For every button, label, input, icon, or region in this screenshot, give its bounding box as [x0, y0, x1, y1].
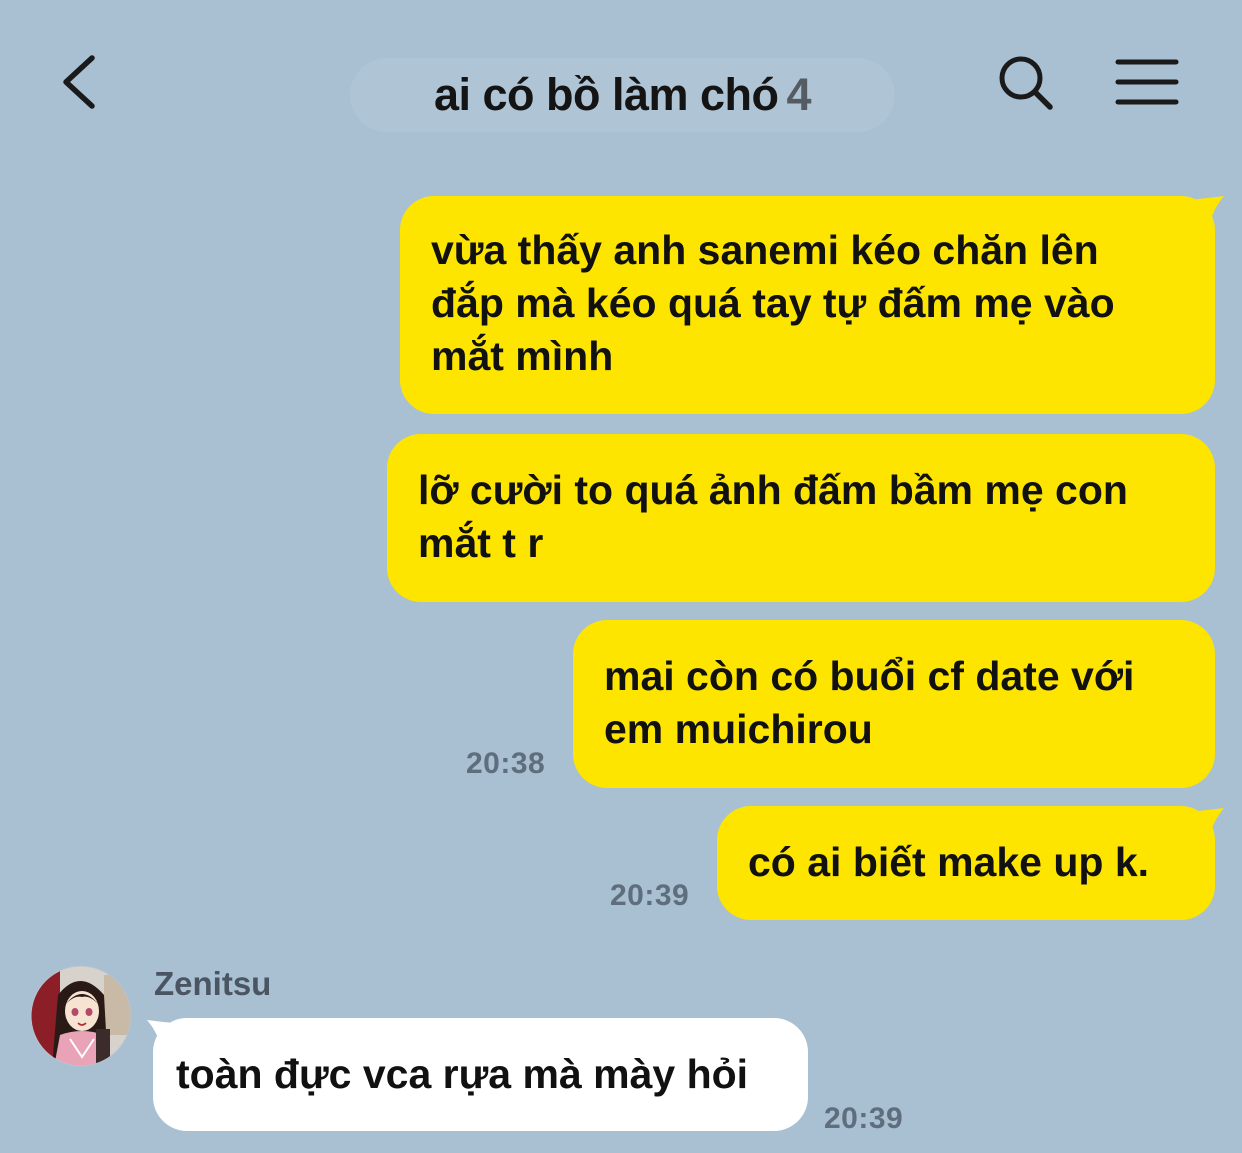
chat-name: ai có bồ làm chó [433, 69, 779, 120]
message-time: 20:39 [610, 879, 690, 912]
back-button[interactable] [56, 50, 106, 114]
message-text: mắt t r [418, 520, 544, 566]
message-bubble-outgoing[interactable]: mai còn có buổi cf date với em muichirou [573, 620, 1215, 788]
avatar[interactable] [30, 965, 132, 1067]
message-bubble-outgoing[interactable]: vừa thấy anh sanemi kéo chăn lên đắp mà … [400, 196, 1215, 414]
sender-name: Zenitsu [154, 965, 272, 1002]
chat-header: ai có bồ làm chó 4 [0, 0, 1242, 170]
menu-button[interactable] [1114, 56, 1180, 108]
message-bubble-incoming[interactable]: toàn đực vca rựa mà mày hỏi [153, 1018, 808, 1131]
chat-title: ai có bồ làm chó 4 [433, 69, 812, 121]
message-text: em muichirou [604, 706, 873, 752]
message-text: có ai biết make up k. [748, 839, 1150, 885]
chat-title-area[interactable]: ai có bồ làm chó 4 [350, 58, 895, 132]
message-text: lỡ cười to quá ảnh đấm bầm mẹ con [418, 467, 1128, 513]
menu-icon [1115, 59, 1179, 105]
chevron-left-icon [63, 55, 95, 109]
message-text: đắp mà kéo quá tay tự đấm mẹ vào [431, 280, 1115, 326]
search-icon [999, 56, 1053, 110]
member-count: 4 [786, 69, 812, 120]
message-time: 20:38 [466, 747, 546, 780]
message-text: vừa thấy anh sanemi kéo chăn lên [431, 227, 1099, 273]
message-text: mắt mình [431, 333, 614, 379]
avatar-image [30, 965, 132, 1067]
message-text: mai còn có buổi cf date với [604, 653, 1135, 699]
message-text: toàn đực vca rựa mà mày hỏi [176, 1051, 749, 1097]
search-button[interactable] [995, 52, 1057, 114]
message-bubble-outgoing[interactable]: có ai biết make up k. [717, 806, 1215, 920]
message-bubble-outgoing[interactable]: lỡ cười to quá ảnh đấm bầm mẹ con mắt t … [387, 434, 1215, 602]
message-time: 20:39 [824, 1102, 904, 1135]
